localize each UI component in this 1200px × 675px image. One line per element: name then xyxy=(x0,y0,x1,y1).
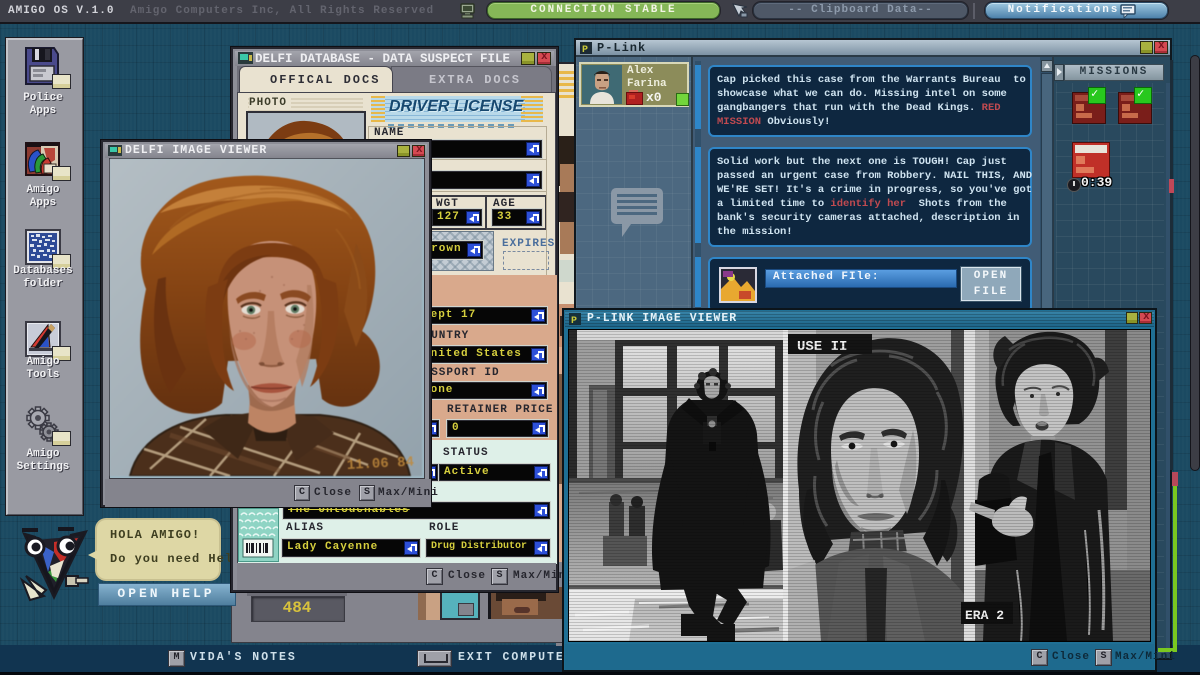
svg-text:P: P xyxy=(582,45,588,54)
svg-text:P: P xyxy=(571,316,577,325)
